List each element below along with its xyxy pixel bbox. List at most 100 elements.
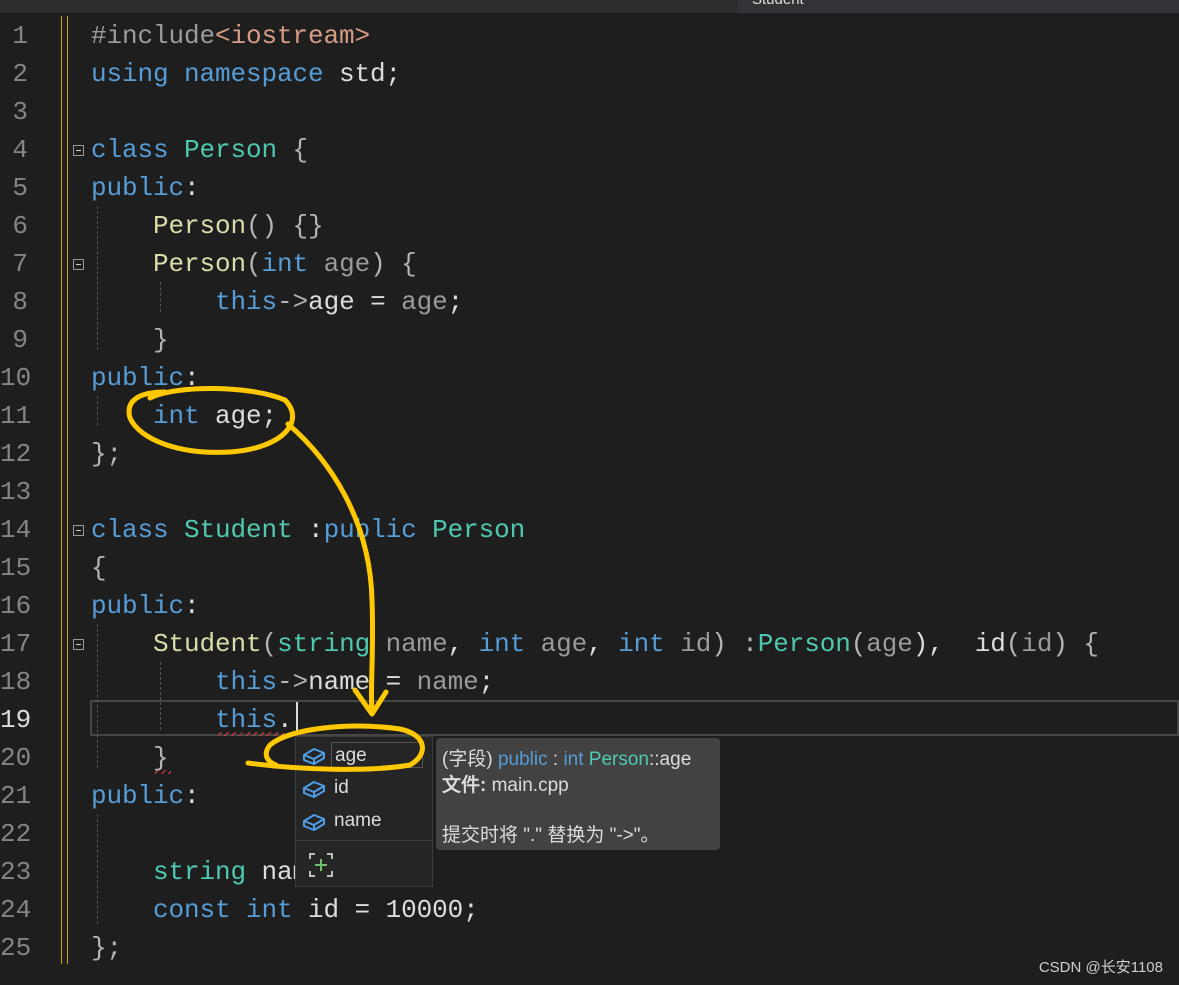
code-token: this xyxy=(215,667,278,697)
code-line[interactable]: 9 } xyxy=(0,321,1179,359)
tooltip-file: 文件: main.cpp xyxy=(442,770,569,797)
code-line[interactable]: 17 Student(string name, int age, int id)… xyxy=(0,625,1179,663)
code-line[interactable]: 1 #include<iostream> xyxy=(0,17,1179,55)
code-token: string xyxy=(277,629,386,659)
code-token: : xyxy=(308,515,324,545)
line-number: 20 xyxy=(0,743,32,773)
collapse-icon[interactable] xyxy=(73,259,84,270)
code-token: Student xyxy=(184,515,309,545)
code-line[interactable]: 7 Person(int age) { xyxy=(0,245,1179,283)
completion-item[interactable]: age xyxy=(296,740,432,772)
code-line[interactable]: 10 public: xyxy=(0,359,1179,397)
code-token: public xyxy=(91,781,185,811)
code-token: , xyxy=(447,629,479,659)
code-text: const int id = 10000; xyxy=(91,891,479,929)
code-token: 10000 xyxy=(385,895,464,925)
completion-item-label: name xyxy=(334,810,382,831)
code-token: Person xyxy=(432,515,526,545)
code-text: this->age = age; xyxy=(91,283,463,321)
code-line[interactable]: 19 this. xyxy=(0,701,1179,739)
line-number: 25 xyxy=(0,933,32,963)
line-number: 13 xyxy=(0,477,32,507)
code-text: { xyxy=(91,549,107,587)
collapse-icon[interactable] xyxy=(73,639,84,650)
code-line[interactable]: 24 const int id = 10000; xyxy=(0,891,1179,929)
code-token: Person xyxy=(153,249,247,279)
code-text: }; xyxy=(91,929,122,967)
code-line[interactable]: 18 this->name = name; xyxy=(0,663,1179,701)
code-token: age xyxy=(323,249,371,279)
intellisense-completion-list[interactable]: age id name xyxy=(295,736,433,887)
code-line[interactable]: 4 class Person { xyxy=(0,131,1179,169)
code-token: () {} xyxy=(246,211,324,241)
completion-item[interactable]: id xyxy=(296,773,432,805)
line-number: 8 xyxy=(12,287,28,317)
code-line[interactable]: 8 this->age = age; xyxy=(0,283,1179,321)
code-token: id xyxy=(680,629,712,659)
tooltip-kind: (字段) xyxy=(442,749,493,770)
tab-bar: Student xyxy=(0,0,1179,13)
code-line[interactable]: 16 public: xyxy=(0,587,1179,625)
code-token: ( xyxy=(1005,629,1022,659)
code-token: Student xyxy=(153,629,262,659)
code-token: public xyxy=(91,173,185,203)
tooltip-signature: (字段) public : int Person::age xyxy=(442,744,691,771)
member-navigation-dropdown[interactable]: Student xyxy=(738,0,1179,13)
code-token: ( xyxy=(246,249,262,279)
field-icon xyxy=(302,812,326,838)
code-line[interactable]: 5 public: xyxy=(0,169,1179,207)
line-number: 19 xyxy=(0,705,32,735)
code-token: }; xyxy=(91,933,123,963)
tooltip-access: public xyxy=(497,749,548,770)
tooltip-type: int xyxy=(563,749,584,770)
code-text: public: xyxy=(91,777,200,815)
code-text: class Person { xyxy=(91,131,308,169)
code-text: Person() {} xyxy=(91,207,324,245)
code-line[interactable]: 15 { xyxy=(0,549,1179,587)
code-line[interactable]: 3 xyxy=(0,93,1179,131)
code-text: public: xyxy=(91,587,200,625)
code-token: name xyxy=(385,629,448,659)
code-token: ) { xyxy=(1052,629,1099,659)
error-squiggle xyxy=(218,732,284,736)
field-icon xyxy=(302,746,326,772)
code-token: age = xyxy=(308,287,402,317)
tooltip-sep: : xyxy=(547,749,564,770)
line-number: 21 xyxy=(0,781,32,811)
collapse-icon[interactable] xyxy=(73,145,84,156)
tooltip-class: Person xyxy=(588,749,649,770)
tooltip-file-label: 文件: xyxy=(442,775,487,796)
code-line[interactable]: 14 class Student :public Person xyxy=(0,511,1179,549)
divider xyxy=(296,840,432,841)
code-token: ; xyxy=(463,895,479,925)
code-token: public xyxy=(91,591,185,621)
code-token: } xyxy=(153,325,169,355)
add-filter-icon[interactable] xyxy=(309,853,333,882)
code-line[interactable]: 6 Person() {} xyxy=(0,207,1179,245)
text-caret xyxy=(296,702,298,734)
code-line[interactable]: 2 using namespace std; xyxy=(0,55,1179,93)
line-number: 14 xyxy=(0,515,32,545)
collapse-icon[interactable] xyxy=(73,525,84,536)
code-line[interactable]: 25}; xyxy=(0,929,1179,967)
code-token: class xyxy=(91,515,185,545)
code-text: public: xyxy=(91,359,200,397)
code-token: : xyxy=(184,173,200,203)
code-token: ) : xyxy=(711,629,758,659)
line-number: 4 xyxy=(12,135,28,165)
completion-item[interactable]: name xyxy=(296,806,432,838)
code-line[interactable]: 23 string name; xyxy=(0,853,1179,891)
code-token: -> xyxy=(277,667,309,697)
code-token: { xyxy=(292,135,309,165)
code-line[interactable]: 11 int age; xyxy=(0,397,1179,435)
code-line[interactable]: 12}; xyxy=(0,435,1179,473)
code-token: public xyxy=(91,363,185,393)
code-token: Person xyxy=(184,135,293,165)
field-icon xyxy=(302,779,326,805)
code-line[interactable]: 13 xyxy=(0,473,1179,511)
